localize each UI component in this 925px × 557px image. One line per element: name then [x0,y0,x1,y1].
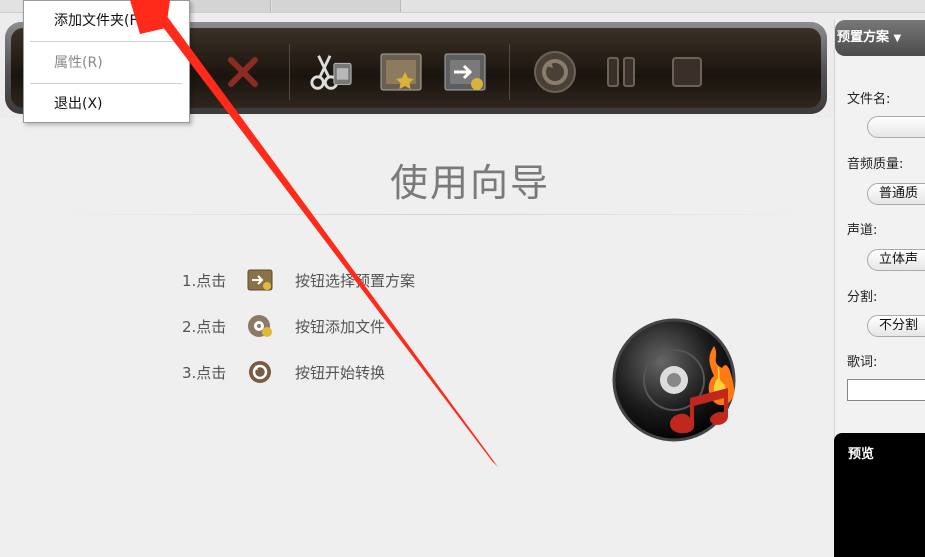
menu-item-properties[interactable]: 属性(R) [24,47,189,79]
step-text: 按钮开始转换 [295,363,386,382]
top-tab[interactable] [190,0,271,12]
toolbar-separator [509,44,510,100]
stop-icon [672,57,702,87]
convert-button[interactable] [533,50,577,94]
delete-x-icon [228,57,258,87]
convert-disc-icon [534,51,576,93]
add-file-disc-icon [247,314,273,338]
channel-label: 声道: [847,223,878,238]
audio-quality-label: 音频质量: [847,157,904,172]
pause-icon [607,57,635,87]
film-arrow-icon [444,53,486,91]
lyrics-input[interactable] [847,379,925,401]
guide-step-3: 3.点击 按钮开始转换 [182,360,385,384]
preview-label: 预览 [848,447,875,462]
preview-panel: 预览 [834,433,925,557]
merge-button[interactable] [443,50,487,94]
preset-icon [247,268,273,292]
preset-dropdown[interactable]: 预置方案 ▼ [835,20,925,56]
effect-button[interactable] [379,50,423,94]
guide-step-2: 2.点击 按钮添加文件 [182,314,385,338]
pause-button[interactable] [599,50,643,94]
step-number: 2.点击 [182,317,227,336]
split-select[interactable]: 不分割 [867,315,925,337]
music-disc-logo [612,318,736,442]
channel-select[interactable]: 立体声 [867,249,925,271]
scissors-film-icon [310,55,352,90]
film-star-icon [380,53,422,91]
step-number: 3.点击 [182,363,227,382]
step-text: 按钮选择预置方案 [295,271,416,290]
menu-item-add-folder[interactable]: 添加文件夹(F) [24,5,189,37]
chevron-down-icon: ▼ [893,33,902,44]
filename-label: 文件名: [847,92,891,107]
audio-quality-select[interactable]: 普通质 [867,183,925,205]
menu-item-exit[interactable]: 退出(X) [24,88,189,120]
toolbar-separator [289,44,290,100]
preset-label: 预置方案 [837,30,890,45]
step-text: 按钮添加文件 [295,317,386,336]
context-menu: 添加文件夹(F) 属性(R) 退出(X) [23,0,190,123]
top-tab[interactable] [272,0,401,12]
convert-icon [247,360,273,384]
guide-divider [50,214,810,215]
stop-button[interactable] [665,50,709,94]
guide-title: 使用向导 [389,161,550,205]
clip-button[interactable] [309,50,353,94]
split-label: 分割: [847,290,878,305]
delete-button[interactable] [221,50,265,94]
menu-separator [30,83,182,84]
menu-separator [30,41,182,42]
filename-field[interactable] [867,116,925,138]
lyrics-label: 歌词: [847,355,878,370]
guide-step-1: 1.点击 按钮选择预置方案 [182,268,415,292]
step-number: 1.点击 [182,271,227,290]
